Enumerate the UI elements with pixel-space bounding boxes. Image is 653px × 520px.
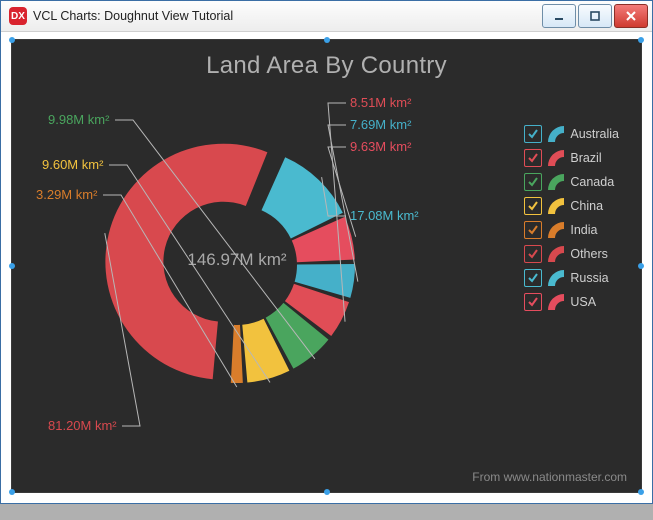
slice-others[interactable]	[105, 144, 267, 380]
app-icon: DX	[9, 7, 27, 25]
titlebar[interactable]: DX VCL Charts: Doughnut View Tutorial	[1, 1, 652, 32]
legend-swatch-icon	[548, 294, 564, 310]
legend-swatch-icon	[548, 150, 564, 166]
value-label-brazil: 8.51M km²	[350, 95, 411, 110]
value-label-australia: 7.69M km²	[350, 117, 411, 132]
legend-item-brazil[interactable]: Brazil	[524, 146, 619, 170]
legend-label: USA	[570, 295, 596, 309]
legend-label: Russia	[570, 271, 608, 285]
legend-swatch-icon	[548, 222, 564, 238]
maximize-button[interactable]	[578, 4, 612, 28]
legend-label: Others	[570, 247, 608, 261]
legend-checkbox[interactable]	[524, 245, 542, 263]
legend-item-usa[interactable]: USA	[524, 290, 619, 314]
legend-checkbox[interactable]	[524, 125, 542, 143]
legend-checkbox[interactable]	[524, 269, 542, 287]
legend-item-canada[interactable]: Canada	[524, 170, 619, 194]
value-label-china: 9.60M km²	[42, 157, 103, 172]
value-label-usa: 9.63M km²	[350, 139, 411, 154]
window-title: VCL Charts: Doughnut View Tutorial	[33, 9, 540, 23]
legend-label: China	[570, 199, 603, 213]
value-label-russia: 17.08M km²	[350, 208, 419, 223]
chart-panel: Land Area By Country 146.97M km² Austral…	[11, 39, 642, 493]
legend-label: Australia	[570, 127, 619, 141]
slice-india[interactable]	[231, 325, 243, 383]
legend-swatch-icon	[548, 126, 564, 142]
chart-title: Land Area By Country	[12, 52, 641, 80]
value-label-canada: 9.98M km²	[48, 112, 109, 127]
legend-label: Brazil	[570, 151, 601, 165]
legend-label: Canada	[570, 175, 614, 189]
minimize-button[interactable]	[542, 4, 576, 28]
app-window: DX VCL Charts: Doughnut View Tutorial La…	[0, 0, 653, 504]
value-label-india: 3.29M km²	[36, 187, 97, 202]
legend-swatch-icon	[548, 270, 564, 286]
legend-checkbox[interactable]	[524, 173, 542, 191]
legend: Australia Brazil Canada China India Others Rus…	[524, 122, 619, 314]
value-label-others: 81.20M km²	[48, 418, 117, 433]
legend-swatch-icon	[548, 174, 564, 190]
legend-item-china[interactable]: China	[524, 194, 619, 218]
legend-label: India	[570, 223, 597, 237]
legend-item-india[interactable]: India	[524, 218, 619, 242]
legend-checkbox[interactable]	[524, 149, 542, 167]
legend-item-russia[interactable]: Russia	[524, 266, 619, 290]
legend-item-australia[interactable]: Australia	[524, 122, 619, 146]
legend-item-others[interactable]: Others	[524, 242, 619, 266]
legend-swatch-icon	[548, 246, 564, 262]
close-button[interactable]	[614, 4, 648, 28]
chart-credit: From www.nationmaster.com	[472, 470, 627, 484]
legend-checkbox[interactable]	[524, 197, 542, 215]
legend-checkbox[interactable]	[524, 293, 542, 311]
legend-checkbox[interactable]	[524, 221, 542, 239]
legend-swatch-icon	[548, 198, 564, 214]
